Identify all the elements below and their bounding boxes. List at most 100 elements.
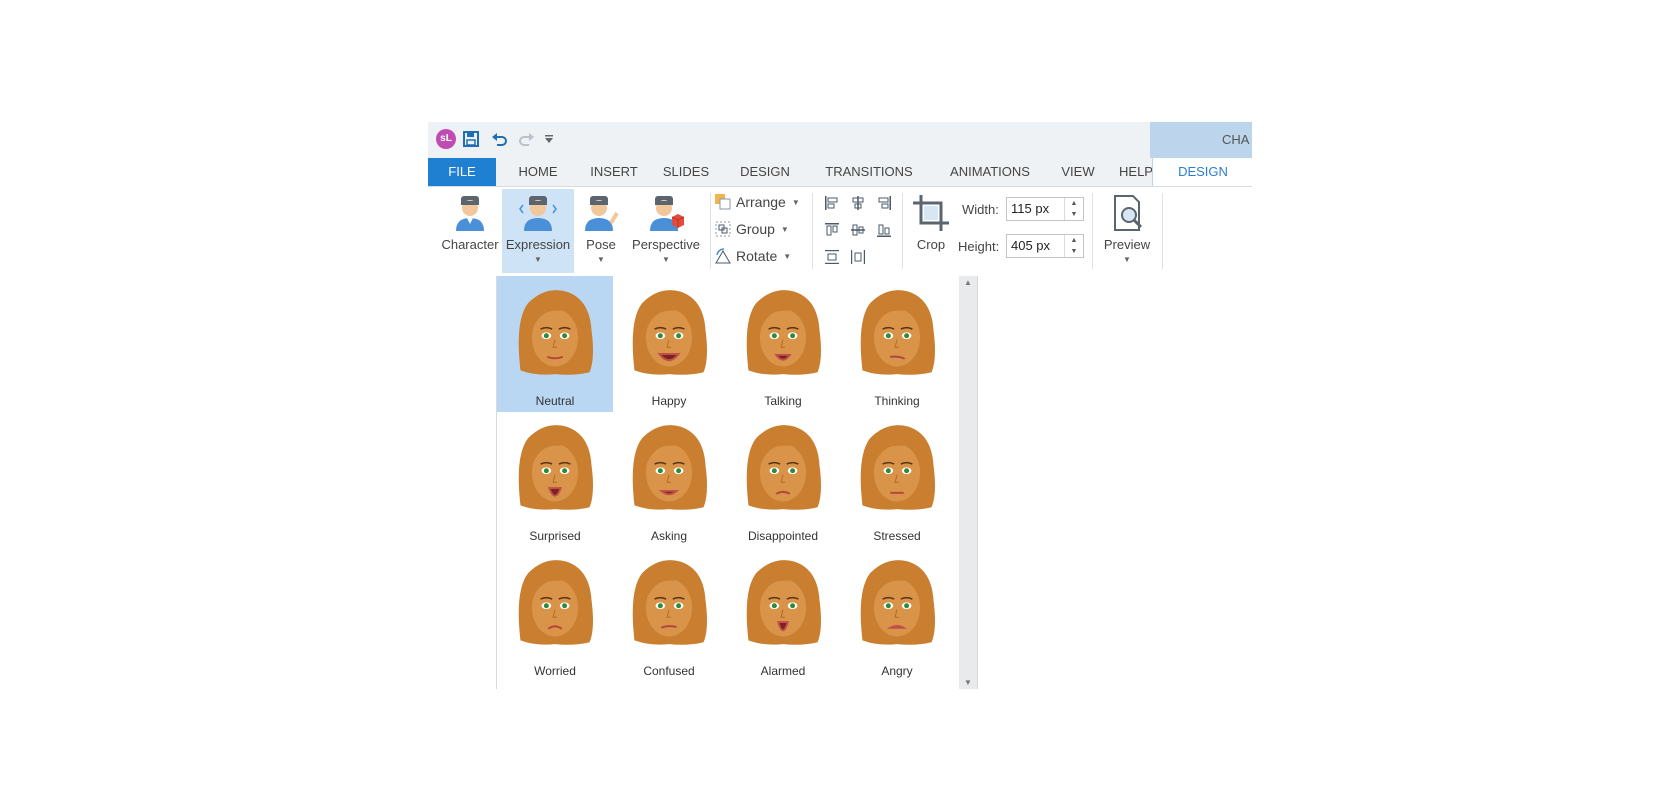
- width-decrement-icon[interactable]: ▼: [1065, 209, 1083, 220]
- align-middle-icon[interactable]: [850, 222, 866, 238]
- expression-tile-surprised[interactable]: Surprised: [497, 411, 613, 547]
- expression-icon: [519, 196, 557, 231]
- tab-insert[interactable]: INSERT: [578, 158, 650, 186]
- expression-tile-confused[interactable]: Confused: [611, 546, 727, 682]
- pose-label: Pose: [586, 237, 616, 252]
- preview-icon: [1114, 195, 1143, 231]
- expression-tile-disappointed[interactable]: Disappointed: [725, 411, 841, 547]
- expression-gallery: Neutral Happy Talking Thinking Surprised Aski…: [496, 276, 978, 689]
- group-divider: [812, 193, 813, 269]
- rotate-dropdown-icon: ▼: [783, 251, 792, 261]
- height-increment-icon[interactable]: ▲: [1065, 235, 1083, 246]
- expression-label: Surprised: [529, 529, 581, 543]
- application-window: sL CHA FILE HOME INSERT SLIDES DESIGN TR…: [428, 122, 1252, 275]
- save-icon[interactable]: [460, 128, 482, 150]
- group-dropdown-icon: ▼: [780, 224, 789, 234]
- tab-home[interactable]: HOME: [500, 158, 576, 186]
- distribute-horizontal-icon[interactable]: [850, 249, 866, 265]
- expression-tile-thinking[interactable]: Thinking: [839, 276, 955, 412]
- expression-tile-stressed[interactable]: Stressed: [839, 411, 955, 547]
- tab-transitions[interactable]: TRANSITIONS: [808, 158, 930, 186]
- expression-label: Stressed: [873, 529, 921, 543]
- group-divider: [710, 193, 711, 269]
- align-left-icon[interactable]: [824, 195, 840, 211]
- pose-button[interactable]: Pose ▼: [576, 189, 626, 273]
- group-icon: [715, 221, 731, 237]
- tab-view[interactable]: VIEW: [1052, 158, 1104, 186]
- character-face-image: [860, 425, 936, 510]
- tab-design[interactable]: DESIGN: [726, 158, 804, 186]
- expression-label: Expression: [505, 237, 571, 252]
- expression-tile-alarmed[interactable]: Alarmed: [725, 546, 841, 682]
- expression-label: Alarmed: [760, 664, 806, 678]
- expression-label: Happy: [651, 394, 687, 408]
- character-face-image: [518, 290, 594, 375]
- preview-button[interactable]: Preview ▼: [1096, 189, 1158, 273]
- align-top-icon[interactable]: [824, 222, 840, 238]
- distribute-vertical-icon[interactable]: [824, 249, 840, 265]
- arrange-icon: [715, 194, 731, 210]
- crop-label: Crop: [916, 237, 946, 252]
- expression-label: Angry: [881, 664, 913, 678]
- group-divider: [902, 193, 903, 269]
- character-label: Character: [441, 237, 499, 252]
- expression-tile-neutral[interactable]: Neutral: [497, 276, 613, 412]
- app-logo[interactable]: sL: [436, 129, 456, 149]
- expression-dropdown-icon: ▼: [534, 255, 542, 264]
- width-increment-icon[interactable]: ▲: [1065, 198, 1083, 209]
- expression-tile-worried[interactable]: Worried: [497, 546, 613, 682]
- pose-icon: [585, 196, 619, 231]
- undo-icon[interactable]: [488, 128, 510, 150]
- expression-tile-angry[interactable]: Angry: [839, 546, 955, 682]
- tab-animations[interactable]: ANIMATIONS: [933, 158, 1047, 186]
- expression-tile-talking[interactable]: Talking: [725, 276, 841, 412]
- width-field[interactable]: 115 px ▲ ▼: [1006, 197, 1084, 221]
- character-face-image: [518, 425, 594, 510]
- scroll-down-icon[interactable]: ▼: [959, 678, 977, 687]
- expression-label: Talking: [764, 394, 802, 408]
- perspective-label: Perspective: [632, 237, 700, 252]
- crop-icon: [913, 195, 949, 231]
- arrange-button[interactable]: Arrange ▼: [714, 191, 800, 213]
- expression-tile-happy[interactable]: Happy: [611, 276, 727, 412]
- tab-context-design[interactable]: DESIGN: [1152, 158, 1252, 186]
- title-bar: sL CHA: [428, 122, 1252, 158]
- character-icon: [456, 196, 484, 231]
- group-label: Group: [736, 221, 775, 237]
- character-face-image: [860, 560, 936, 645]
- align-right-icon[interactable]: [876, 195, 892, 211]
- preview-dropdown-icon: ▼: [1123, 255, 1131, 264]
- group-divider: [1162, 193, 1163, 269]
- character-button[interactable]: Character: [438, 189, 502, 273]
- crop-button[interactable]: Crop: [906, 189, 956, 273]
- expression-label: Disappointed: [747, 529, 819, 543]
- scroll-up-icon[interactable]: ▲: [959, 278, 977, 287]
- tab-file[interactable]: FILE: [428, 158, 496, 186]
- expression-label: Thinking: [874, 394, 920, 408]
- perspective-button[interactable]: Perspective ▼: [628, 189, 704, 273]
- expression-button[interactable]: Expression ▼: [502, 189, 574, 273]
- align-bottom-icon[interactable]: [876, 222, 892, 238]
- group-button[interactable]: Group ▼: [714, 218, 789, 240]
- rotate-button[interactable]: Rotate ▼: [714, 245, 791, 267]
- height-field[interactable]: 405 px ▲ ▼: [1006, 234, 1084, 258]
- perspective-dropdown-icon: ▼: [662, 255, 670, 264]
- expression-label: Worried: [534, 664, 576, 678]
- perspective-icon: [650, 196, 685, 231]
- height-decrement-icon[interactable]: ▼: [1065, 246, 1083, 257]
- tab-slides[interactable]: SLIDES: [652, 158, 720, 186]
- arrange-dropdown-icon: ▼: [791, 197, 800, 207]
- redo-icon[interactable]: [516, 128, 538, 150]
- expression-tile-asking[interactable]: Asking: [611, 411, 727, 547]
- character-face-image: [746, 290, 822, 375]
- character-face-image: [632, 290, 708, 375]
- align-center-icon[interactable]: [850, 195, 866, 211]
- pose-dropdown-icon: ▼: [597, 255, 605, 264]
- preview-label: Preview: [1103, 237, 1151, 252]
- character-face-image: [860, 290, 936, 375]
- character-face-image: [746, 425, 822, 510]
- gallery-scrollbar[interactable]: ▲ ▼: [959, 276, 977, 689]
- character-face-image: [746, 560, 822, 645]
- height-value: 405 px: [1011, 238, 1051, 253]
- customize-quick-access-icon[interactable]: [538, 128, 560, 150]
